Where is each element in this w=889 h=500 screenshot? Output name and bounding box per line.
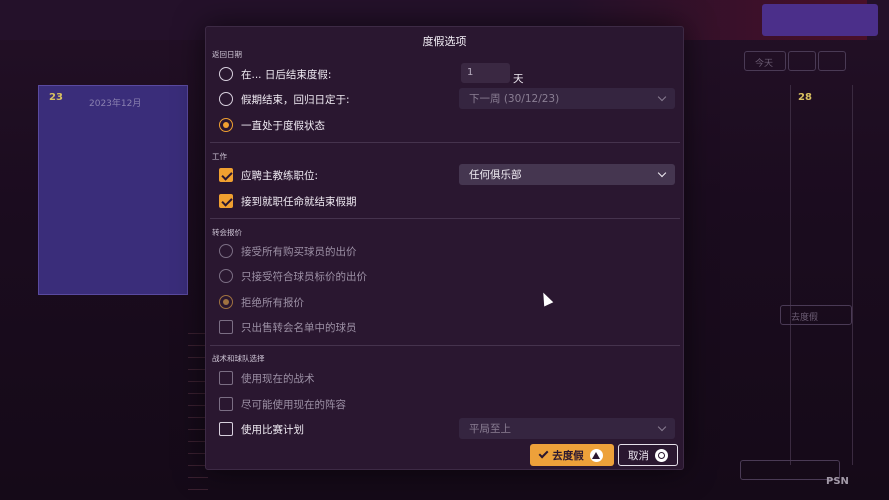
return-date-select[interactable]: 下一周 (30/12/23): [459, 88, 675, 109]
option-use-current-lineup[interactable]: 尽可能使用现在的阵容: [219, 395, 346, 413]
radio-accept-all-offers[interactable]: [219, 244, 233, 258]
background-day-28: 28: [798, 92, 812, 103]
checkbox-end-on-appointment[interactable]: [219, 194, 233, 208]
divider: [210, 218, 680, 219]
vacation-options-dialog: 度假选项 返回日期 在... 日后结束度假: 1 天 假期结束，回归日定于: 下…: [205, 26, 684, 470]
option-label: 尽可能使用现在的阵容: [241, 398, 346, 411]
radio-accept-asking-price[interactable]: [219, 269, 233, 283]
option-end-on-appointment[interactable]: 接到就职任命就结束假期: [219, 192, 357, 210]
chevron-down-icon: [657, 168, 667, 178]
option-label: 拒绝所有报价: [241, 296, 304, 309]
option-reject-all-offers[interactable]: 拒绝所有报价: [219, 293, 304, 311]
option-label: 一直处于度假状态: [241, 119, 325, 132]
button-label: 去度假: [552, 449, 584, 462]
circle-button-icon: [655, 448, 668, 462]
radio-reject-all-offers[interactable]: [219, 295, 233, 309]
section-label-work: 工作: [212, 152, 227, 161]
option-label: 在... 日后结束度假:: [241, 68, 332, 81]
checkmark-icon: [538, 448, 549, 459]
days-unit: 天: [513, 73, 524, 85]
checkbox-use-match-plan[interactable]: [219, 422, 233, 436]
option-label: 假期结束，回归日定于:: [241, 93, 350, 106]
background-bottom-button: [740, 460, 840, 480]
dialog-title: 度假选项: [422, 35, 467, 48]
checkbox-sell-listed-only[interactable]: [219, 320, 233, 334]
chevron-down-icon: [657, 422, 667, 432]
option-label: 使用比赛计划: [241, 423, 304, 436]
club-select[interactable]: 任何俱乐部: [459, 164, 675, 185]
option-end-after-days[interactable]: 在... 日后结束度假:: [219, 65, 331, 83]
button-label: 取消: [628, 449, 649, 462]
checkbox-apply-manager-jobs[interactable]: [219, 168, 233, 182]
divider: [210, 142, 680, 143]
background-day-23: 23: [49, 92, 63, 103]
triangle-button-icon: [589, 448, 603, 462]
section-label-return-date: 返回日期: [212, 50, 242, 59]
option-label: 只出售转会名单中的球员: [241, 321, 357, 334]
option-apply-manager-jobs[interactable]: 应聘主教练职位:: [219, 166, 318, 184]
radio-end-after-days[interactable]: [219, 67, 233, 81]
option-label: 接到就职任命就结束假期: [241, 195, 357, 208]
option-label: 使用现在的战术: [241, 372, 315, 385]
match-plan-select[interactable]: 平局至上: [459, 418, 675, 439]
option-use-current-tactics[interactable]: 使用现在的战术: [219, 369, 315, 387]
option-label: 应聘主教练职位:: [241, 169, 319, 182]
radio-always-on-vacation[interactable]: [219, 118, 233, 132]
select-value: 平局至上: [469, 423, 511, 435]
chevron-down-icon: [657, 92, 667, 102]
radio-return-on-date[interactable]: [219, 92, 233, 106]
section-label-transfer-offers: 转会报价: [212, 228, 242, 237]
checkbox-use-current-lineup[interactable]: [219, 397, 233, 411]
option-accept-asking-price[interactable]: 只接受符合球员标价的出价: [219, 267, 367, 285]
go-on-vacation-button[interactable]: 去度假: [530, 444, 614, 466]
select-value: 任何俱乐部: [469, 169, 522, 181]
option-accept-all-offers[interactable]: 接受所有购买球员的出价: [219, 242, 357, 260]
section-label-tactics: 战术和球队选择: [212, 354, 265, 363]
background-calendar-selected-day: 23 2023年12月: [38, 85, 188, 295]
option-sell-listed-only[interactable]: 只出售转会名单中的球员: [219, 318, 357, 336]
background-prev-button: [788, 51, 816, 71]
days-input[interactable]: 1: [461, 63, 510, 83]
checkbox-use-current-tactics[interactable]: [219, 371, 233, 385]
background-vacation-button: 去度假: [780, 305, 852, 325]
watermark: PSN: [826, 476, 849, 487]
cancel-button[interactable]: 取消: [618, 444, 678, 466]
background-continue-button: [762, 4, 878, 36]
option-return-on-date[interactable]: 假期结束，回归日定于:: [219, 90, 350, 108]
option-label: 接受所有购买球员的出价: [241, 245, 357, 258]
background-month: 2023年12月: [89, 99, 142, 109]
option-use-match-plan[interactable]: 使用比赛计划: [219, 420, 304, 438]
divider: [210, 345, 680, 346]
select-value: 下一周 (30/12/23): [469, 93, 560, 105]
option-label: 只接受符合球员标价的出价: [241, 270, 367, 283]
background-next-button: [818, 51, 846, 71]
option-always-on-vacation[interactable]: 一直处于度假状态: [219, 116, 325, 134]
background-today-button: 今天: [744, 51, 786, 71]
